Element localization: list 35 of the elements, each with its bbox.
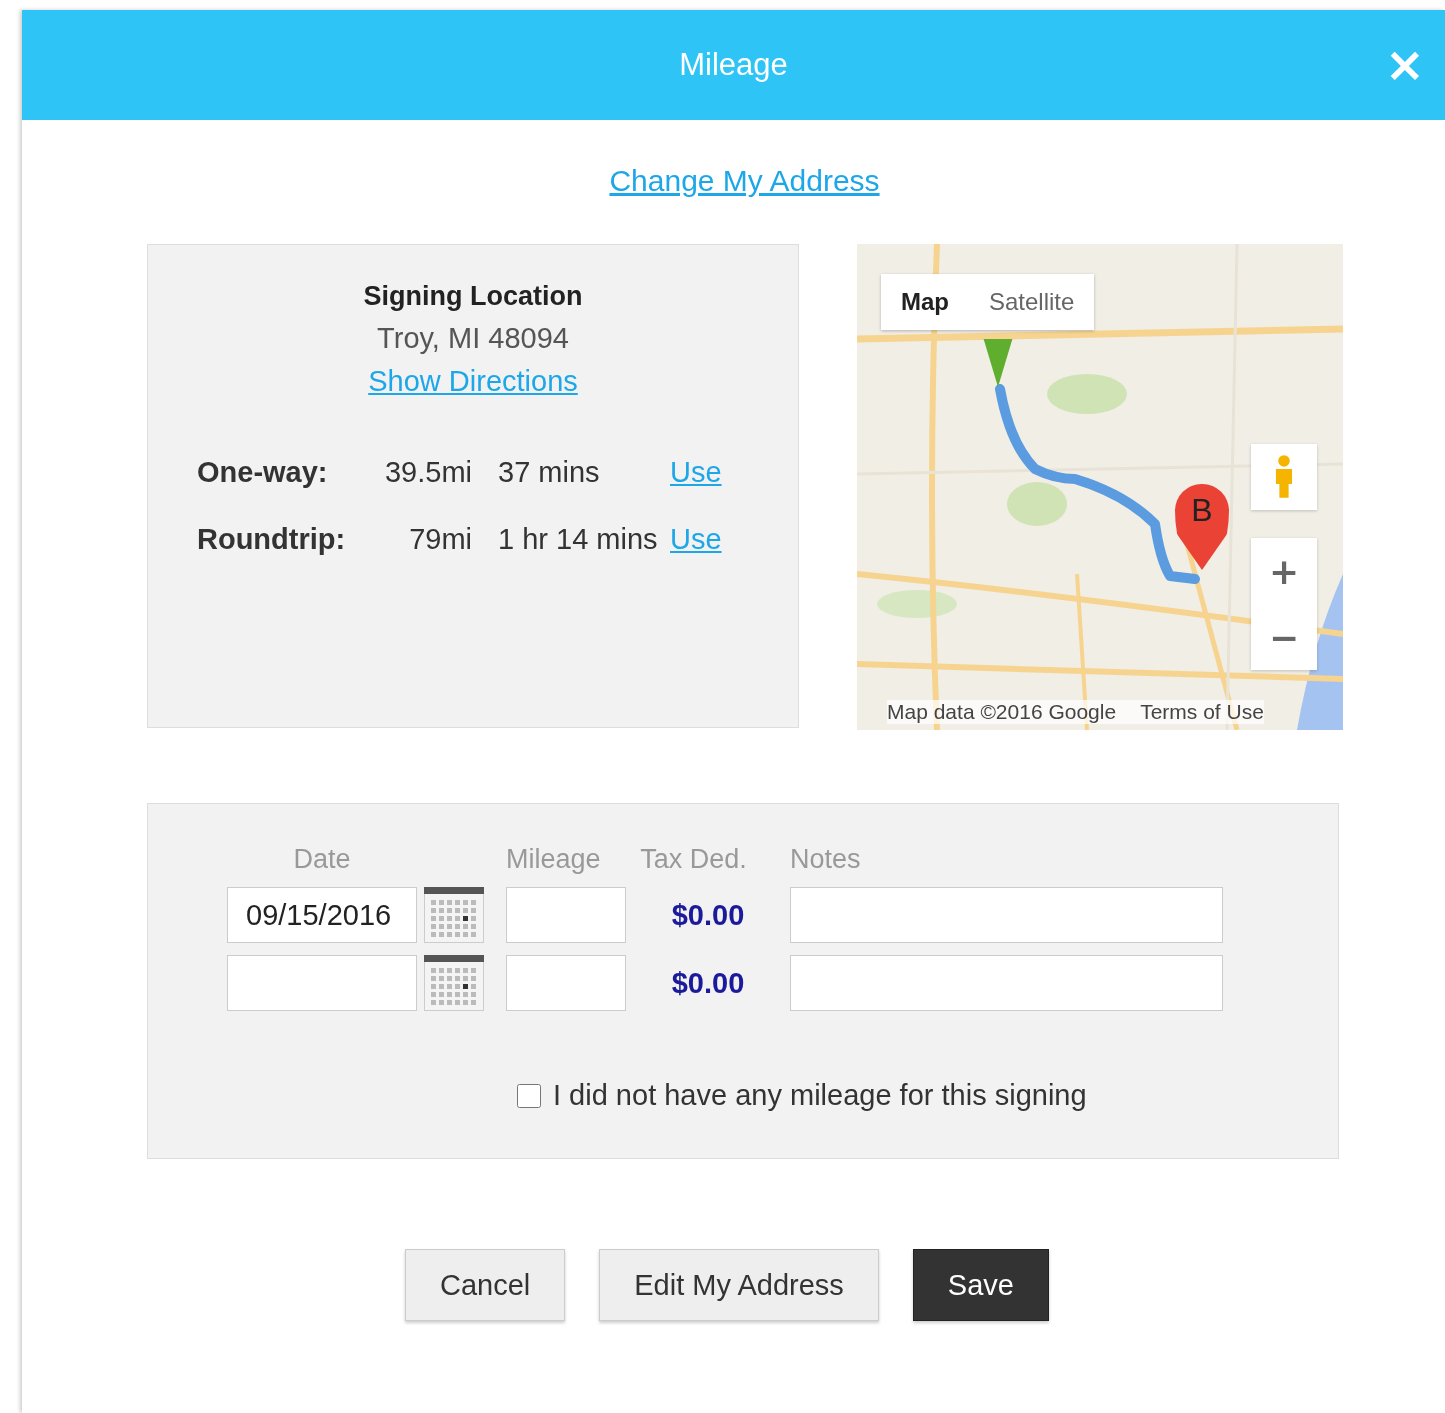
checkbox-label: I did not have any mileage for this signing [553, 1079, 1087, 1112]
date-field[interactable] [227, 955, 417, 1011]
terms-link[interactable]: Terms of Use [1140, 700, 1264, 724]
tax-deduction: $0.00 [670, 898, 746, 932]
column-header: Notes [790, 844, 862, 875]
dialog-title: Mileage [679, 47, 788, 83]
route-label: One-way: [197, 456, 329, 489]
action-button[interactable]: Edit My Address [599, 1249, 879, 1321]
column-header: Date [292, 844, 352, 875]
zoom-out-button[interactable]: − [1251, 604, 1317, 670]
save-button[interactable]: Save [912, 1249, 1049, 1321]
column-header: Tax Ded. [639, 844, 748, 875]
location-heading: Signing Location [363, 281, 583, 312]
route-duration: 1 hr 14 mins [497, 523, 659, 556]
calendar-icon[interactable] [424, 887, 484, 943]
mileage-field[interactable] [506, 955, 626, 1011]
action-button[interactable]: Cancel [405, 1249, 566, 1321]
notes-field[interactable] [790, 955, 1223, 1011]
mileage-field[interactable] [506, 887, 626, 943]
checkbox[interactable] [517, 1083, 541, 1108]
location-address: Troy, MI 48094 [377, 322, 569, 355]
street-view-button[interactable] [1251, 444, 1317, 510]
map-type-tab[interactable]: Map [881, 274, 969, 330]
notes-field[interactable] [790, 887, 1223, 943]
route-distance: 39.5mi [383, 456, 472, 489]
calendar-icon[interactable] [424, 955, 484, 1011]
zoom-in-button[interactable]: + [1251, 538, 1317, 604]
route-distance: 79mi [408, 523, 472, 556]
marker-icon [983, 339, 1013, 387]
route-duration: 37 mins [497, 456, 601, 489]
map-attribution: Map data ©2016 Google [887, 700, 1117, 724]
date-field[interactable]: 09/15/2016 [227, 887, 417, 943]
tax-deduction: $0.00 [670, 966, 746, 1000]
map-type-tab[interactable]: Satellite [969, 274, 1095, 330]
route-label: Roundtrip: [197, 523, 347, 556]
